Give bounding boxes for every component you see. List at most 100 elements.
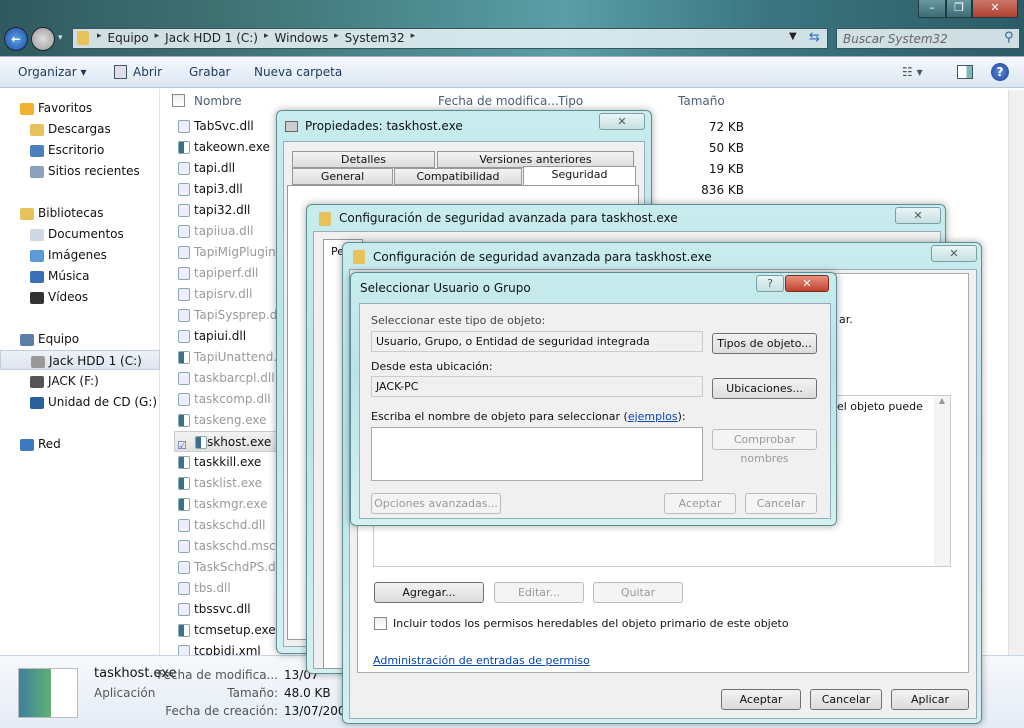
column-header-date[interactable]: Fecha de modifica...: [438, 94, 559, 108]
breadcrumb-separator-icon[interactable]: ▸: [155, 31, 160, 45]
remove-button[interactable]: Quitar: [593, 582, 683, 603]
close-button[interactable]: ✕: [785, 275, 829, 292]
help-button[interactable]: ?: [756, 275, 784, 292]
file-row[interactable]: taskmgr.exe: [178, 494, 288, 515]
nav-item[interactable]: Favoritos: [0, 98, 160, 118]
file-row[interactable]: ☑ taskhost.exe: [174, 431, 284, 452]
nav-item[interactable]: Bibliotecas: [0, 203, 160, 223]
list-scrollbar[interactable]: ▲: [934, 396, 950, 566]
file-row[interactable]: tapiui.dll: [178, 326, 288, 347]
object-types-button[interactable]: Tipos de objeto...: [712, 333, 817, 354]
breadcrumb-separator-icon[interactable]: ▸: [411, 31, 416, 45]
forward-button[interactable]: [31, 27, 55, 51]
edit-button[interactable]: Editar...: [494, 582, 584, 603]
apply-button[interactable]: Aplicar: [891, 689, 969, 710]
search-input[interactable]: Buscar System32: [836, 28, 1020, 49]
nav-item[interactable]: Sitios recientes: [0, 161, 160, 181]
nav-item[interactable]: Unidad de CD (G:) In: [0, 392, 160, 412]
view-options-icon[interactable]: ☷ ▾: [902, 65, 923, 79]
close-button[interactable]: ✕: [972, 0, 1018, 18]
file-row[interactable]: taskkill.exe: [178, 452, 288, 473]
column-header-size[interactable]: Tamaño: [678, 94, 725, 108]
object-names-input[interactable]: [371, 427, 703, 481]
file-row[interactable]: taskbarcpl.dll: [178, 368, 288, 389]
check-names-button[interactable]: Comprobar nombres: [712, 429, 817, 465]
breadcrumb-item[interactable]: Equipo: [108, 31, 149, 45]
nav-item[interactable]: JACK (F:): [0, 371, 160, 391]
file-name: taskcomp.dll: [194, 392, 271, 406]
maximize-button[interactable]: ❐: [946, 0, 972, 18]
new-folder-button[interactable]: Nueva carpeta: [254, 65, 342, 79]
column-header-type[interactable]: Tipo: [558, 94, 583, 108]
tab-security[interactable]: Seguridad: [523, 166, 636, 185]
file-row[interactable]: tapiperf.dll: [178, 263, 288, 284]
file-row[interactable]: tapi32.dll: [178, 200, 288, 221]
open-button[interactable]: Abrir: [133, 65, 162, 79]
ok-button[interactable]: Aceptar: [664, 493, 736, 514]
file-row[interactable]: taskcomp.dll: [178, 389, 288, 410]
file-row[interactable]: TapiUnattend.exe: [178, 347, 288, 368]
refresh-icon[interactable]: ⇆: [809, 30, 820, 45]
manage-permissions-link[interactable]: Administración de entradas de permiso: [373, 654, 590, 667]
nav-item[interactable]: Vídeos: [0, 287, 160, 307]
examples-link[interactable]: ejemplos: [628, 410, 678, 423]
breadcrumb-item[interactable]: Jack HDD 1 (C:): [165, 31, 258, 45]
nav-item[interactable]: Descargas: [0, 119, 160, 139]
nav-item[interactable]: Imágenes: [0, 245, 160, 265]
locations-button[interactable]: Ubicaciones...: [712, 378, 817, 399]
search-icon[interactable]: ⚲: [1004, 30, 1014, 45]
address-bar[interactable]: ▸ Equipo ▸ Jack HDD 1 (C:) ▸ Windows ▸ System32…: [72, 28, 828, 49]
back-button[interactable]: ←: [4, 27, 28, 51]
tab-details[interactable]: Detalles: [292, 151, 435, 168]
breadcrumb-item[interactable]: System32: [345, 31, 405, 45]
recent-pages-chevron-icon[interactable]: ▾: [58, 33, 63, 43]
inherit-permissions-checkbox[interactable]: [374, 617, 387, 630]
burn-button[interactable]: Grabar: [189, 65, 231, 79]
address-dropdown-icon[interactable]: ▼: [789, 31, 797, 42]
breadcrumb-separator-icon[interactable]: ▸: [334, 31, 339, 45]
preview-pane-icon[interactable]: [957, 65, 973, 79]
help-icon[interactable]: ?: [991, 63, 1009, 81]
breadcrumb-item[interactable]: Windows: [275, 31, 329, 45]
vertical-scrollbar[interactable]: [1008, 90, 1024, 655]
file-row[interactable]: tasklist.exe: [178, 473, 288, 494]
cancel-button[interactable]: Cancelar: [810, 689, 882, 710]
nav-item[interactable]: Música: [0, 266, 160, 286]
file-row[interactable]: tapisrv.dll: [178, 284, 288, 305]
tab-compatibility[interactable]: Compatibilidad: [394, 168, 522, 185]
select-all-checkbox[interactable]: [172, 94, 185, 107]
nav-item[interactable]: Red: [0, 434, 160, 454]
tab-general[interactable]: General: [292, 168, 393, 185]
ok-button[interactable]: Aceptar: [721, 689, 801, 710]
close-button[interactable]: ✕: [931, 245, 977, 262]
advanced-button[interactable]: Opciones avanzadas...: [371, 493, 501, 514]
column-header-name[interactable]: Nombre: [194, 94, 242, 108]
nav-item[interactable]: Documentos: [0, 224, 160, 244]
file-row[interactable]: taskschd.msc: [178, 536, 288, 557]
file-row[interactable]: TapiSysprep.dll: [178, 305, 288, 326]
checked-checkbox-icon[interactable]: ☑: [177, 435, 187, 451]
close-button[interactable]: ✕: [895, 207, 941, 224]
file-row[interactable]: TaskSchdPS.dll: [178, 557, 288, 578]
nav-item[interactable]: Escritorio: [0, 140, 160, 160]
cancel-button[interactable]: Cancelar: [745, 493, 817, 514]
file-row[interactable]: taskeng.exe: [178, 410, 288, 431]
file-row[interactable]: TabSvc.dll: [178, 116, 288, 137]
file-row[interactable]: tapi.dll: [178, 158, 288, 179]
breadcrumb-separator-icon[interactable]: ▸: [264, 31, 269, 45]
file-row[interactable]: taskschd.dll: [178, 515, 288, 536]
file-row[interactable]: TapiMigPlugin.dll: [178, 242, 288, 263]
nav-item[interactable]: Equipo: [0, 329, 160, 349]
file-row[interactable]: tbs.dll: [178, 578, 288, 599]
nav-item[interactable]: Jack HDD 1 (C:): [0, 350, 160, 370]
breadcrumb-separator-icon[interactable]: ▸: [97, 31, 102, 45]
close-button[interactable]: ✕: [599, 113, 645, 130]
file-row[interactable]: tapiiua.dll: [178, 221, 288, 242]
organize-button[interactable]: Organizar ▾: [18, 65, 87, 79]
file-row[interactable]: tbssvc.dll: [178, 599, 288, 620]
file-row[interactable]: tcmsetup.exe: [178, 620, 288, 641]
file-row[interactable]: tapi3.dll: [178, 179, 288, 200]
file-row[interactable]: takeown.exe: [178, 137, 288, 158]
minimize-button[interactable]: –: [918, 0, 946, 18]
add-button[interactable]: Agregar...: [374, 582, 484, 603]
